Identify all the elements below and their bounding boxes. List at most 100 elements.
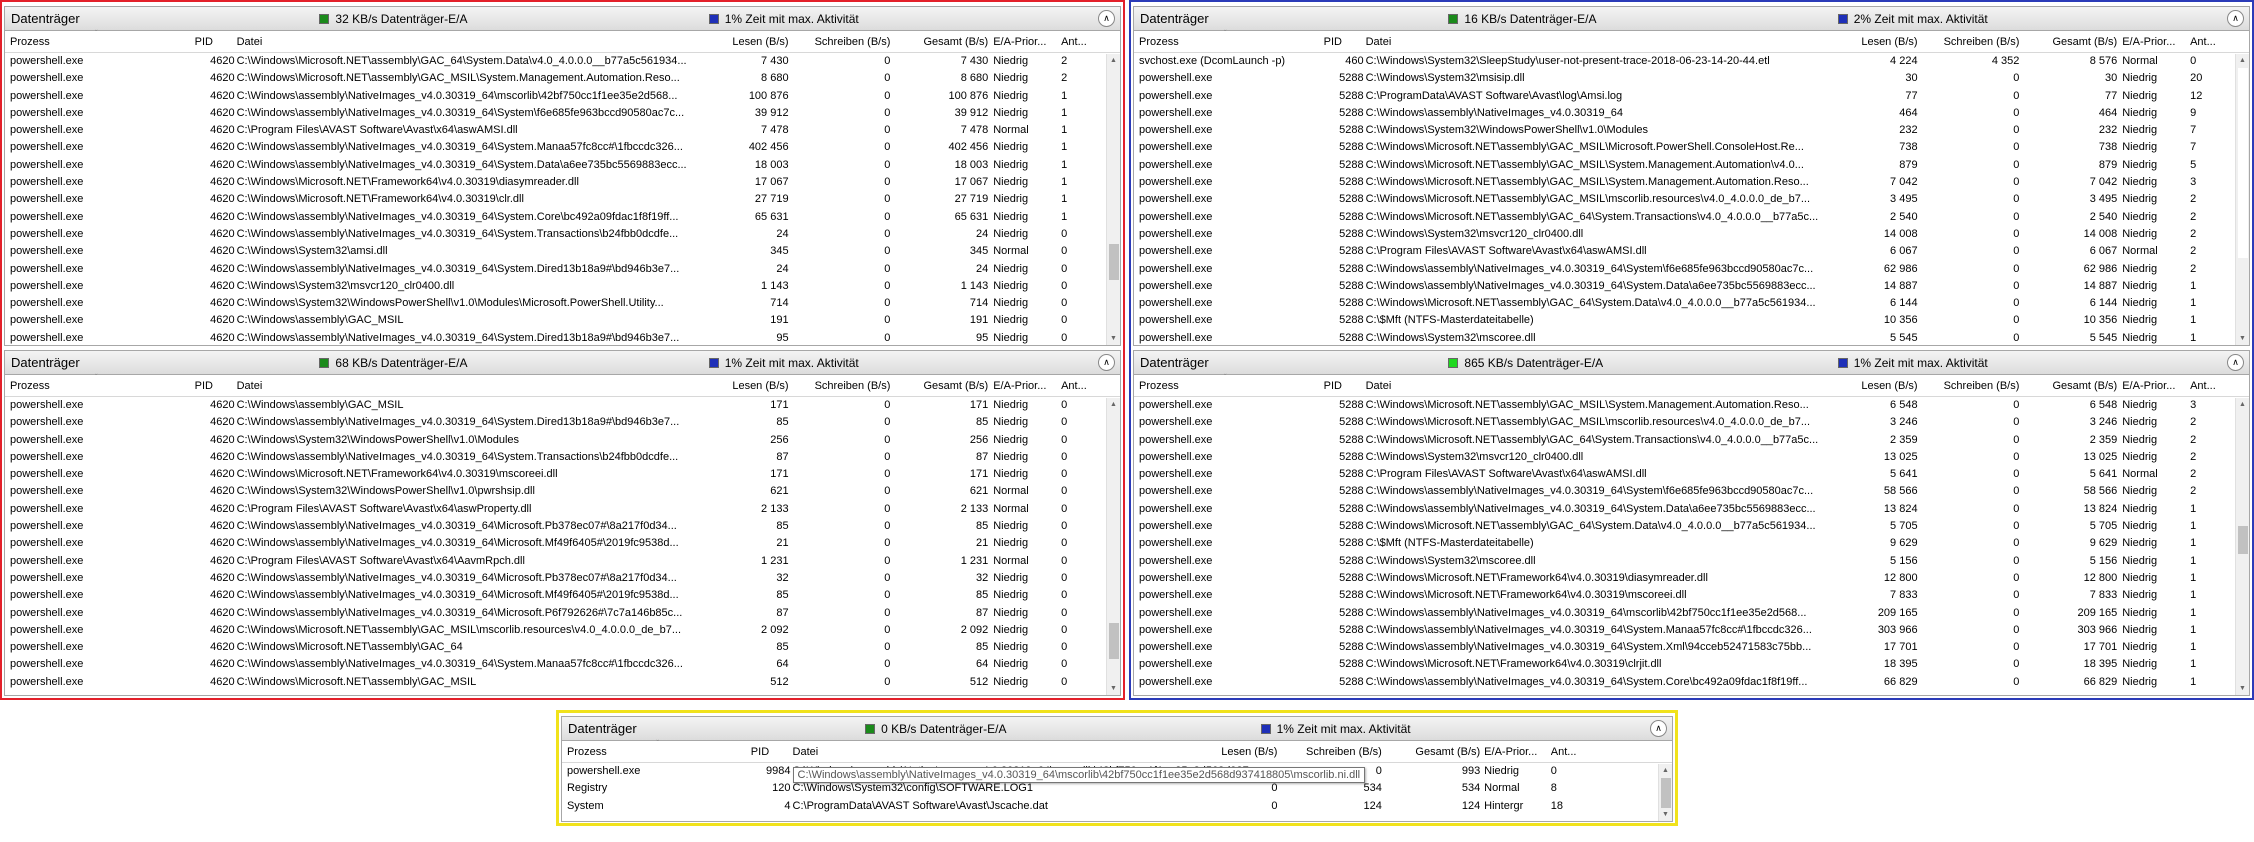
scroll-down-arrow-icon[interactable]: ▼	[2236, 682, 2249, 695]
column-header-ant[interactable]: Ant...	[2190, 380, 2220, 392]
vertical-scrollbar[interactable]: ▲ ▼	[2235, 54, 2249, 345]
table-row[interactable]: powershell.exe 5288 C:\Windows\System32\ms…	[1134, 330, 2235, 345]
scroll-up-arrow-icon[interactable]: ▲	[1107, 398, 1120, 411]
table-row[interactable]: powershell.exe 4620 C:\Windows\System32\ms…	[5, 278, 1106, 295]
table-row[interactable]: powershell.exe 4620 C:\Windows\assembly\Na…	[5, 535, 1106, 552]
column-header-write[interactable]: Schreiben (B/s)	[794, 380, 891, 392]
collapse-chevron-icon[interactable]: ∧	[2227, 10, 2244, 27]
scroll-down-arrow-icon[interactable]: ▼	[1107, 682, 1120, 695]
table-row[interactable]: powershell.exe 4620 C:\Windows\assembly\Na…	[5, 570, 1106, 587]
scrollbar-thumb[interactable]	[2238, 526, 2248, 554]
table-row[interactable]: powershell.exe 4620 C:\Windows\assembly\GA…	[5, 312, 1106, 329]
column-header-read[interactable]: Lesen (B/s)	[699, 380, 788, 392]
column-header-total[interactable]: Gesamt (B/s)	[2022, 380, 2117, 392]
table-row[interactable]: powershell.exe 5288 C:\Windows\assembly\Na…	[1134, 105, 2235, 122]
column-header-prio[interactable]: E/A-Prior...	[993, 36, 1055, 48]
column-header-process[interactable]: Prozess	[1139, 36, 1319, 48]
column-header-write[interactable]: Schreiben (B/s)	[1923, 36, 2020, 48]
table-row[interactable]: powershell.exe 4620 C:\Windows\System32\Wi…	[5, 483, 1106, 500]
column-header-ant[interactable]: Ant...	[1551, 746, 1583, 758]
table-row[interactable]: powershell.exe 5288 C:\Windows\System32\ms…	[1134, 449, 2235, 466]
column-header-read[interactable]: Lesen (B/s)	[1828, 36, 1917, 48]
table-row[interactable]: powershell.exe 5288 C:\ProgramData\AVAST S…	[1134, 88, 2235, 105]
table-row[interactable]: powershell.exe 4620 C:\Windows\System32\Wi…	[5, 432, 1106, 449]
table-row[interactable]: powershell.exe 5288 C:\Windows\Microsoft.N…	[1134, 209, 2235, 226]
vertical-scrollbar[interactable]: ▲ ▼	[1106, 398, 1120, 695]
vertical-scrollbar[interactable]: ▲ ▼	[1658, 764, 1672, 821]
table-row[interactable]: powershell.exe 4620 C:\Windows\Microsoft.N…	[5, 622, 1106, 639]
table-row[interactable]: powershell.exe 4620 C:\Windows\Microsoft.N…	[5, 639, 1106, 656]
table-row[interactable]: powershell.exe 5288 C:\Windows\Microsoft.N…	[1134, 139, 2235, 156]
column-header-process[interactable]: Prozess	[10, 380, 190, 392]
scroll-down-arrow-icon[interactable]: ▼	[2236, 332, 2249, 345]
column-header-write[interactable]: Schreiben (B/s)	[1923, 380, 2020, 392]
column-header-file[interactable]: Datei	[1366, 36, 1825, 48]
column-header-pid[interactable]: PID	[1324, 380, 1364, 392]
collapse-chevron-icon[interactable]: ∧	[1098, 10, 1115, 27]
column-header-file[interactable]: Datei	[1366, 380, 1825, 392]
table-row[interactable]: powershell.exe 4620 C:\Windows\assembly\Na…	[5, 518, 1106, 535]
table-row[interactable]: powershell.exe 5288 C:\Windows\System32\ms…	[1134, 70, 2235, 87]
column-header-ant[interactable]: Ant...	[1061, 36, 1091, 48]
table-row[interactable]: powershell.exe 5288 C:\Program Files\AVAST…	[1134, 466, 2235, 483]
column-header-process[interactable]: Prozess	[1139, 380, 1319, 392]
table-row[interactable]: System 4 C:\ProgramData\AVAST Software\Ava…	[562, 798, 1658, 815]
table-row[interactable]: powershell.exe 4620 C:\Windows\assembly\Na…	[5, 226, 1106, 243]
table-row[interactable]: powershell.exe 5288 C:\Windows\assembly\Na…	[1134, 622, 2235, 639]
scrollbar-thumb[interactable]	[1109, 623, 1119, 659]
table-row[interactable]: powershell.exe 5288 C:\Windows\assembly\Na…	[1134, 605, 2235, 622]
table-row[interactable]: powershell.exe 4620 C:\Windows\assembly\Na…	[5, 656, 1106, 673]
scroll-down-arrow-icon[interactable]: ▼	[1107, 332, 1120, 345]
vertical-scrollbar[interactable]: ▲ ▼	[2235, 398, 2249, 695]
table-row[interactable]: powershell.exe 5288 C:\Windows\assembly\Na…	[1134, 639, 2235, 656]
table-row[interactable]: powershell.exe 5288 C:\Windows\Microsoft.N…	[1134, 397, 2235, 414]
scroll-up-arrow-icon[interactable]: ▲	[1659, 764, 1672, 777]
table-row[interactable]: powershell.exe 5288 C:\Windows\Microsoft.N…	[1134, 587, 2235, 604]
column-header-file[interactable]: Datei	[237, 36, 696, 48]
scroll-up-arrow-icon[interactable]: ▲	[2236, 54, 2249, 67]
table-row[interactable]: powershell.exe 4620 C:\Windows\Microsoft.N…	[5, 466, 1106, 483]
table-row[interactable]: powershell.exe 5288 C:\Windows\Microsoft.N…	[1134, 157, 2235, 174]
table-row[interactable]: powershell.exe 5288 C:\Windows\assembly\Na…	[1134, 674, 2235, 691]
table-row[interactable]: powershell.exe 5288 C:\Windows\Microsoft.N…	[1134, 414, 2235, 431]
scroll-up-arrow-icon[interactable]: ▲	[1107, 54, 1120, 67]
table-row[interactable]: powershell.exe 4620 C:\Program Files\AVAST…	[5, 501, 1106, 518]
table-row[interactable]: powershell.exe 4620 C:\Windows\assembly\GA…	[5, 397, 1106, 414]
table-row[interactable]: powershell.exe 4620 C:\Windows\System32\am…	[5, 243, 1106, 260]
column-header-pid[interactable]: PID	[195, 36, 235, 48]
table-row[interactable]: powershell.exe 5288 C:\Windows\System32\ms…	[1134, 226, 2235, 243]
table-row[interactable]: powershell.exe 4620 C:\Windows\assembly\Na…	[5, 88, 1106, 105]
table-row[interactable]: powershell.exe 4620 C:\Windows\assembly\Na…	[5, 330, 1106, 345]
column-header-read[interactable]: Lesen (B/s)	[1828, 380, 1917, 392]
table-row[interactable]: powershell.exe 4620 C:\Windows\assembly\Na…	[5, 105, 1106, 122]
scroll-down-arrow-icon[interactable]: ▼	[1659, 808, 1672, 821]
table-row[interactable]: powershell.exe 5288 C:\Windows\Microsoft.N…	[1134, 656, 2235, 673]
table-row[interactable]: powershell.exe 4620 C:\Windows\System32\Wi…	[5, 295, 1106, 312]
column-header-process[interactable]: Prozess	[567, 746, 706, 758]
column-header-prio[interactable]: E/A-Prior...	[2122, 380, 2184, 392]
table-row[interactable]: powershell.exe 5288 C:\Windows\System32\ms…	[1134, 553, 2235, 570]
table-row[interactable]: powershell.exe 5288 C:\Windows\assembly\Na…	[1134, 278, 2235, 295]
column-header-ant[interactable]: Ant...	[2190, 36, 2220, 48]
table-row[interactable]: powershell.exe 5288 C:\Windows\assembly\Na…	[1134, 261, 2235, 278]
table-row[interactable]: powershell.exe 4620 C:\Windows\Microsoft.N…	[5, 174, 1106, 191]
table-row[interactable]: powershell.exe 4620 C:\Windows\assembly\Na…	[5, 139, 1106, 156]
table-row[interactable]: powershell.exe 4620 C:\Windows\assembly\Na…	[5, 209, 1106, 226]
table-row[interactable]: powershell.exe 5288 C:\Windows\Microsoft.N…	[1134, 518, 2235, 535]
table-row[interactable]: powershell.exe 4620 C:\Program Files\AVAST…	[5, 553, 1106, 570]
table-row[interactable]: powershell.exe 5288 C:\Windows\Microsoft.N…	[1134, 191, 2235, 208]
table-row[interactable]: powershell.exe 5288 C:\$Mft (NTFS-Masterda…	[1134, 312, 2235, 329]
table-row[interactable]: powershell.exe 4620 C:\Windows\assembly\Na…	[5, 587, 1106, 604]
table-row[interactable]: powershell.exe 4620 C:\Windows\assembly\Na…	[5, 605, 1106, 622]
table-row[interactable]: powershell.exe 5288 C:\Windows\Microsoft.N…	[1134, 174, 2235, 191]
column-header-pid[interactable]: PID	[751, 746, 791, 758]
collapse-chevron-icon[interactable]: ∧	[1098, 354, 1115, 371]
column-header-prio[interactable]: E/A-Prior...	[1484, 746, 1544, 758]
scrollbar-thumb[interactable]	[1109, 244, 1119, 280]
table-row[interactable]: powershell.exe 5288 C:\Windows\Microsoft.N…	[1134, 432, 2235, 449]
table-row[interactable]: powershell.exe 5288 C:\$Mft (NTFS-Masterda…	[1134, 535, 2235, 552]
column-header-read[interactable]: Lesen (B/s)	[1178, 746, 1277, 758]
column-header-read[interactable]: Lesen (B/s)	[699, 36, 788, 48]
column-header-prio[interactable]: E/A-Prior...	[2122, 36, 2184, 48]
column-header-total[interactable]: Gesamt (B/s)	[893, 36, 988, 48]
